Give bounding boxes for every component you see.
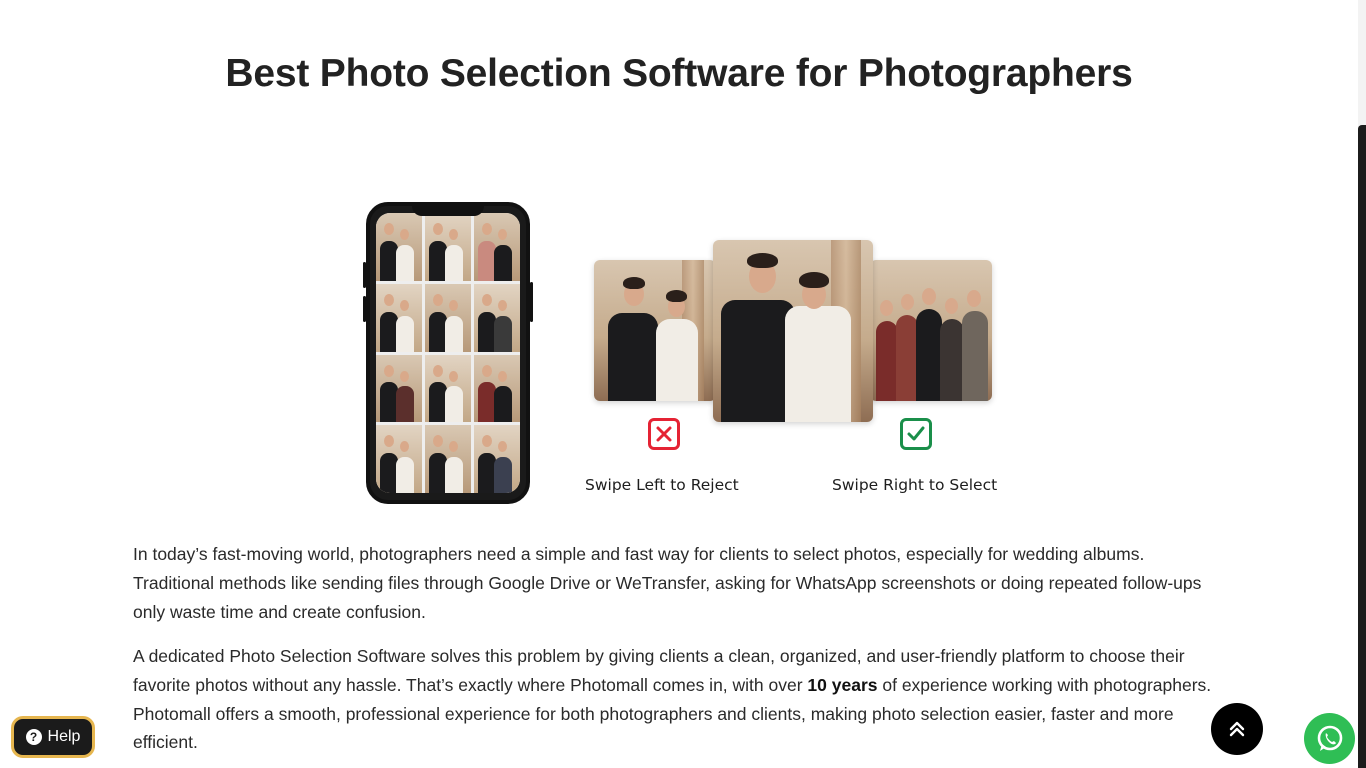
question-icon: ?: [25, 729, 42, 745]
phone-grid-photo: [474, 354, 520, 423]
phone-grid-photo: [425, 425, 471, 493]
phone-photo-grid: [376, 213, 520, 493]
phone-grid-photo: [425, 283, 471, 352]
phone-grid-photo: [376, 283, 422, 352]
phone-grid-photo: [425, 354, 471, 423]
selected-photo-card: [870, 260, 992, 401]
phone-power-button: [530, 282, 533, 322]
intro-paragraph: In today’s fast-moving world, photograph…: [133, 544, 1202, 622]
current-photo-card: [713, 240, 873, 422]
whatsapp-button[interactable]: [1304, 713, 1355, 764]
phone-side-button: [363, 262, 366, 288]
select-check-icon: [900, 418, 932, 450]
phone-grid-photo: [474, 283, 520, 352]
help-button[interactable]: ? Help: [11, 716, 95, 758]
reject-x-icon: [648, 418, 680, 450]
experience-highlight: 10 years: [807, 674, 878, 695]
phone-grid-photo: [376, 354, 422, 423]
phone-notch: [412, 206, 484, 216]
scrollbar-thumb[interactable]: [1358, 125, 1366, 768]
phone-grid-photo: [376, 425, 422, 493]
double-chevron-up-icon: [1229, 721, 1245, 737]
phone-grid-photo: [474, 213, 520, 281]
solution-paragraph: A dedicated Photo Selection Software sol…: [133, 642, 1218, 757]
phone-grid-photo: [474, 425, 520, 493]
help-label: Help: [47, 728, 81, 745]
phone-mockup: [366, 202, 530, 504]
rejected-photo-card: [594, 260, 716, 401]
swipe-left-label: Swipe Left to Reject: [585, 476, 739, 494]
scroll-to-top-button[interactable]: [1211, 703, 1263, 755]
phone-side-button: [363, 296, 366, 322]
phone-grid-photo: [425, 213, 471, 281]
phone-grid-photo: [376, 213, 422, 281]
whatsapp-icon: [1317, 725, 1342, 751]
page-title: Best Photo Selection Software for Photog…: [225, 52, 1133, 95]
swipe-right-label: Swipe Right to Select: [832, 476, 998, 494]
